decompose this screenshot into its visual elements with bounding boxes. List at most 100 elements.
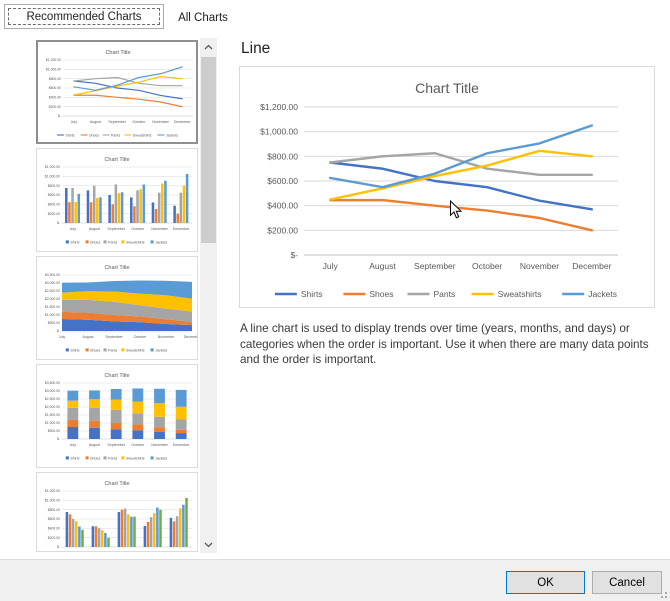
svg-text:December: December: [173, 227, 190, 231]
svg-text:$3,000.00: $3,000.00: [45, 281, 60, 285]
tab-focus-outline: [8, 8, 160, 25]
thumbnail-stacked-area-chart[interactable]: Chart Title$-$500.00$1,000.00$1,500.00$2…: [36, 256, 198, 360]
tab-recommended-charts[interactable]: Recommended Charts: [4, 4, 164, 29]
svg-text:$600.00: $600.00: [49, 86, 61, 90]
thumbnail-scrollbar[interactable]: [200, 38, 217, 553]
svg-text:Chart Title: Chart Title: [415, 80, 479, 96]
svg-text:December: December: [174, 120, 191, 124]
svg-text:$2,500.00: $2,500.00: [45, 289, 60, 293]
svg-text:December: December: [173, 443, 190, 447]
svg-text:Pants: Pants: [122, 551, 131, 552]
svg-text:Shoes: Shoes: [89, 133, 99, 137]
chart-type-heading: Line: [241, 40, 270, 58]
tab-all-charts[interactable]: All Charts: [166, 7, 240, 29]
svg-text:Jackets: Jackets: [173, 551, 185, 552]
svg-text:Shoes: Shoes: [369, 289, 393, 299]
chart-preview-svg: Chart Title$-$200.00$400.00$600.00$800.0…: [240, 67, 654, 307]
svg-text:$500.00: $500.00: [48, 321, 60, 325]
mouse-cursor-icon: [449, 200, 463, 220]
ok-button[interactable]: OK: [506, 571, 585, 594]
svg-text:December: December: [572, 261, 611, 271]
svg-text:$1,000.00: $1,000.00: [45, 421, 60, 425]
svg-text:$-: $-: [57, 329, 60, 333]
svg-text:Shirts: Shirts: [65, 133, 74, 137]
svg-text:July: July: [71, 120, 78, 124]
svg-text:October: October: [131, 443, 145, 447]
scroll-down-button[interactable]: [200, 536, 217, 553]
svg-text:$800.00: $800.00: [48, 184, 60, 188]
svg-text:Chart Title: Chart Title: [105, 50, 130, 56]
svg-text:August: August: [82, 335, 93, 339]
thumbnail-line-chart[interactable]: Chart Title$-$200.00$400.00$600.00$800.0…: [36, 40, 198, 144]
svg-text:Shirts: Shirts: [70, 240, 79, 244]
svg-text:Chart Title: Chart Title: [104, 481, 129, 487]
svg-text:Sweatshirts: Sweatshirts: [126, 240, 145, 244]
scroll-up-button[interactable]: [200, 38, 217, 55]
svg-text:Shirts: Shirts: [70, 348, 79, 352]
svg-text:Jackets: Jackets: [155, 240, 167, 244]
thumbnail-clustered-column-by-product-chart[interactable]: Chart Title$-$200.00$400.00$600.00$800.0…: [36, 472, 198, 552]
resize-grip-icon[interactable]: [657, 588, 667, 598]
svg-text:Shirts: Shirts: [70, 551, 79, 552]
svg-text:September: September: [105, 335, 123, 339]
svg-text:$2,000.00: $2,000.00: [45, 297, 60, 301]
svg-text:July: July: [59, 335, 66, 339]
svg-text:$500.00: $500.00: [48, 429, 60, 433]
svg-text:$1,200.00: $1,200.00: [46, 58, 61, 62]
svg-text:Sweatshirts: Sweatshirts: [126, 456, 145, 460]
svg-text:$-: $-: [57, 221, 60, 225]
svg-text:Shoes: Shoes: [96, 551, 106, 552]
dialog-footer: OK Cancel: [0, 559, 670, 601]
svg-text:Shoes: Shoes: [90, 456, 100, 460]
svg-text:Jackets: Jackets: [166, 133, 178, 137]
svg-text:August: August: [369, 261, 396, 271]
svg-text:Chart Title: Chart Title: [104, 373, 129, 379]
thumbnail-stacked-column-chart[interactable]: Chart Title $- $500.00 $1,000.00 $1,500.00 $2…: [36, 364, 198, 468]
svg-text:$-: $-: [58, 114, 61, 118]
svg-text:September: September: [414, 261, 456, 271]
svg-text:$200.00: $200.00: [48, 212, 60, 216]
insert-chart-dialog: Recommended Charts All Charts Chart Titl…: [0, 0, 670, 601]
svg-text:$-: $-: [57, 437, 60, 441]
svg-text:September: September: [107, 227, 125, 231]
svg-text:$3,500.00: $3,500.00: [45, 273, 60, 277]
svg-text:Pants: Pants: [108, 456, 117, 460]
svg-text:$1,000.00: $1,000.00: [45, 499, 60, 503]
chevron-up-icon: [204, 44, 213, 50]
svg-text:$800.00: $800.00: [48, 508, 60, 512]
svg-text:$1,000.00: $1,000.00: [45, 313, 60, 317]
svg-text:$200.00: $200.00: [48, 536, 60, 540]
chart-preview: Chart Title$-$200.00$400.00$600.00$800.0…: [239, 66, 655, 308]
svg-text:$2,000.00: $2,000.00: [45, 405, 60, 409]
thumbnail-clustered-by-product-svg: Chart Title$-$200.00$400.00$600.00$800.0…: [37, 473, 197, 552]
svg-text:October: October: [131, 227, 145, 231]
svg-text:November: November: [151, 443, 168, 447]
chevron-down-icon: [204, 542, 213, 548]
svg-text:Sweatshirts: Sweatshirts: [133, 133, 152, 137]
thumbnail-clustered-column-chart[interactable]: Chart Title$-$200.00$400.00$600.00$800.0…: [36, 148, 198, 252]
svg-text:Pants: Pants: [433, 289, 455, 299]
scrollbar-thumb[interactable]: [201, 57, 216, 243]
thumbnail-stacked-column-svg: Chart Title $- $500.00 $1,000.00 $1,500.00 $2…: [37, 365, 197, 467]
svg-text:November: November: [152, 120, 169, 124]
svg-text:Pants: Pants: [108, 348, 117, 352]
svg-text:$3,500.00: $3,500.00: [45, 381, 60, 385]
svg-text:Shirts: Shirts: [70, 456, 79, 460]
svg-text:Jackets: Jackets: [155, 456, 167, 460]
svg-text:$1,500.00: $1,500.00: [45, 413, 60, 417]
tab-all-charts-label: All Charts: [178, 12, 228, 24]
svg-text:$1,000.00: $1,000.00: [46, 68, 61, 72]
cancel-button[interactable]: Cancel: [592, 571, 662, 594]
svg-text:August: August: [90, 120, 101, 124]
svg-text:October: October: [472, 261, 502, 271]
thumbnail-line-chart-svg: Chart Title$-$200.00$400.00$600.00$800.0…: [38, 42, 198, 144]
svg-text:July: July: [323, 261, 339, 271]
svg-text:Jackets: Jackets: [155, 348, 167, 352]
svg-text:December: December: [184, 335, 197, 339]
svg-text:Pants: Pants: [111, 133, 120, 137]
svg-text:$800.00: $800.00: [49, 77, 61, 81]
svg-text:$-: $-: [57, 545, 60, 549]
svg-text:$2,500.00: $2,500.00: [45, 397, 60, 401]
svg-text:November: November: [158, 335, 175, 339]
svg-text:$200.00: $200.00: [49, 105, 61, 109]
